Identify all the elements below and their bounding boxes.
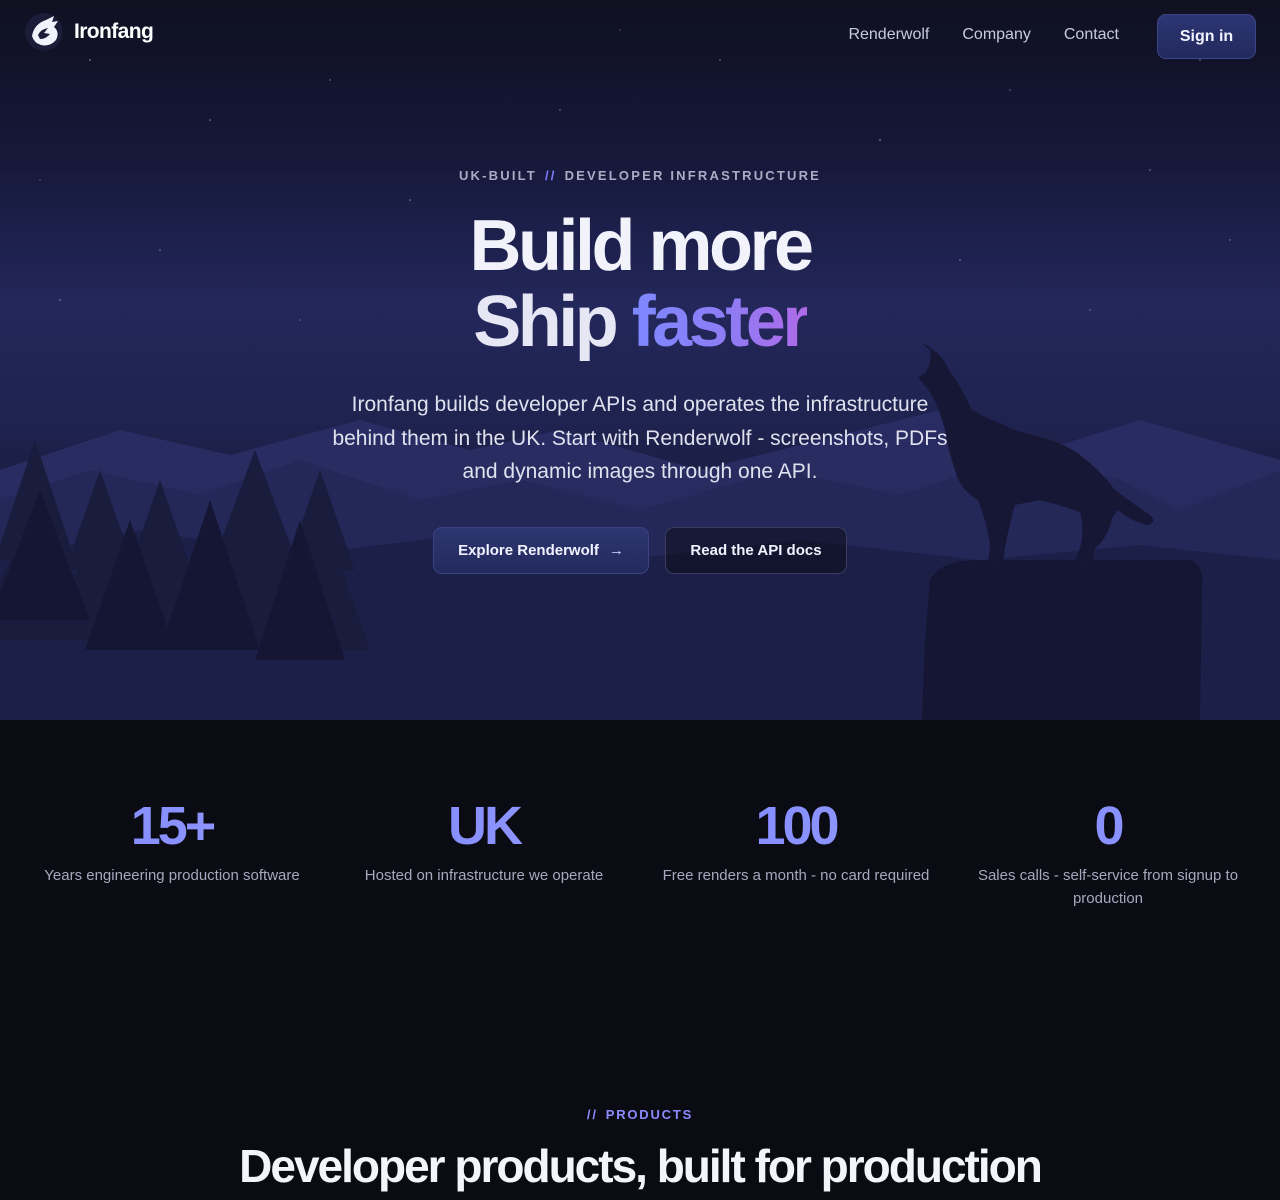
top-navigation: Ironfang Renderwolf Company Contact Sign… bbox=[0, 0, 1280, 70]
eyebrow-separator: // bbox=[544, 168, 557, 183]
nav-links: Renderwolf Company Contact bbox=[848, 26, 1119, 44]
read-api-docs-button[interactable]: Read the API docs bbox=[665, 527, 847, 574]
headline-line-2: Ship faster bbox=[0, 284, 1280, 360]
headline-faster: faster bbox=[631, 282, 811, 362]
eyebrow-right: DEVELOPER INFRASTRUCTURE bbox=[564, 168, 822, 183]
hero-headline: Build more Ship faster bbox=[0, 208, 1280, 360]
nav-link-renderwolf[interactable]: Renderwolf bbox=[848, 26, 929, 44]
hero-eyebrow: UK-BUILT // DEVELOPER INFRASTRUCTURE bbox=[0, 168, 1280, 183]
explore-renderwolf-label: Explore Renderwolf bbox=[458, 542, 599, 559]
sign-in-button[interactable]: Sign in bbox=[1157, 14, 1256, 59]
nav-link-company[interactable]: Company bbox=[962, 26, 1030, 44]
hero-cta-group: Explore Renderwolf → Read the API docs bbox=[433, 527, 847, 574]
stat-label: Free renders a month - no card required bbox=[662, 867, 930, 884]
stat-value: UK bbox=[328, 796, 640, 856]
brand-name: Ironfang bbox=[74, 20, 154, 43]
headline-line-1: Build more bbox=[469, 206, 814, 286]
products-eyebrow: // PRODUCTS bbox=[0, 1107, 1280, 1122]
products-title: Developer products, built for production bbox=[239, 1140, 1043, 1192]
stat-value: 15+ bbox=[16, 796, 328, 856]
stat-label: Hosted on infrastructure we operate bbox=[364, 867, 604, 884]
products-eyebrow-separator: // bbox=[586, 1107, 598, 1122]
stat-item: UK Hosted on infrastructure we operate bbox=[328, 796, 640, 910]
stat-label: Sales calls - self-service from signup t… bbox=[977, 867, 1239, 907]
eyebrow-left: UK-BUILT bbox=[458, 168, 537, 183]
stat-item: 0 Sales calls - self-service from signup… bbox=[952, 796, 1264, 910]
stat-value: 100 bbox=[640, 796, 952, 856]
stat-item: 100 Free renders a month - no card requi… bbox=[640, 796, 952, 910]
nav-link-contact[interactable]: Contact bbox=[1064, 26, 1119, 44]
wolf-head-icon bbox=[25, 13, 63, 51]
stat-value: 0 bbox=[952, 796, 1264, 856]
explore-renderwolf-button[interactable]: Explore Renderwolf → bbox=[433, 527, 649, 574]
products-eyebrow-label: PRODUCTS bbox=[605, 1107, 694, 1122]
headline-ship: Ship bbox=[473, 282, 619, 362]
brand-logo[interactable]: Ironfang bbox=[24, 12, 154, 52]
stat-label: Years engineering production software bbox=[44, 867, 300, 884]
stat-item: 15+ Years engineering production softwar… bbox=[16, 796, 328, 910]
stats-row: 15+ Years engineering production softwar… bbox=[16, 796, 1264, 910]
arrow-right-icon: → bbox=[608, 542, 624, 559]
hero-description: Ironfang builds developer APIs and opera… bbox=[332, 393, 948, 483]
